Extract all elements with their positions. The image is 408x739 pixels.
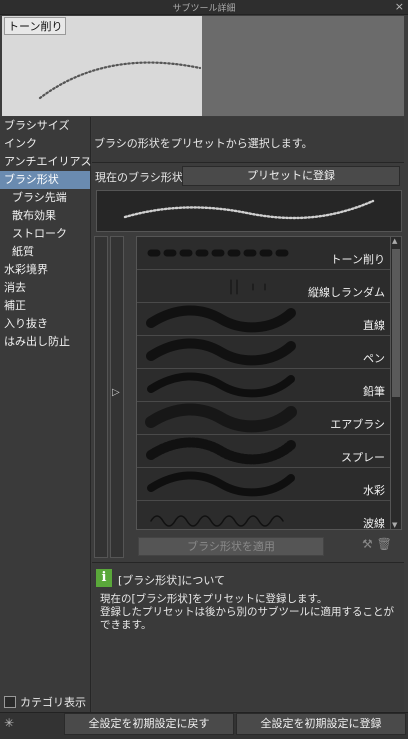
preset-group-rail[interactable] [94,236,108,558]
close-icon[interactable]: × [395,0,404,13]
preset-item[interactable]: 縦線しランダム [137,270,391,303]
preset-thumbnail [147,372,295,398]
preset-item[interactable]: 直線 [137,303,391,336]
preset-thumbnail [146,305,296,333]
preset-stroke [230,279,266,295]
preset-thumbnail [146,338,296,366]
info-title: [ブラシ形状]について [118,574,226,587]
nav-item[interactable]: 散布効果 [0,207,90,225]
loading-icon: ✳ [4,716,15,730]
category-display-label: カテゴリ表示 [20,696,86,709]
stroke-preview: トーン削り [2,16,202,116]
info-line: 現在の[ブラシ形状]をプリセットに登録します。 [100,593,328,605]
preset-area: ▷ トーン削り縦線しランダム直線ペン鉛筆エアブラシスプレー水彩波線 ▲ ▼ ブラ… [94,236,404,558]
preset-subgroup-rail[interactable]: ▷ [110,236,124,558]
preset-name: 縦線しランダム [308,286,385,299]
nav-item[interactable]: ブラシサイズ [0,117,90,135]
info-line: 登録したプリセットは後から別のサブツールに適用することができます。 [100,606,394,631]
preset-name: トーン削り [330,253,385,266]
preset-stroke [146,338,296,366]
nav-item[interactable]: 入り抜き [0,315,90,333]
preset-item[interactable]: スプレー [137,435,391,468]
scroll-down-icon[interactable]: ▼ [392,521,397,529]
reset-all-button[interactable]: 全設定を初期設定に戻す [64,713,234,735]
wrench-icon[interactable]: ⚒ [362,537,373,551]
nav-item[interactable]: 補正 [0,297,90,315]
preview-stroke [38,61,202,100]
current-shape-stroke [123,199,375,220]
preset-list: トーン削り縦線しランダム直線ペン鉛筆エアブラシスプレー水彩波線 [136,236,392,530]
category-display-toggle[interactable]: カテゴリ表示 [4,694,86,710]
preset-name: スプレー [341,451,385,464]
preset-item[interactable]: ペン [137,336,391,369]
preset-name: ペン [363,352,385,365]
nav-item[interactable]: ブラシ形状 [0,171,90,189]
nav-item[interactable]: 紙質 [0,243,90,261]
preset-name: 直線 [363,319,385,332]
preset-stroke [146,305,296,333]
nav-item[interactable]: アンチエイリアス [0,153,92,171]
preset-name: 水彩 [363,484,385,497]
preset-stroke [145,403,297,433]
preset-stroke [146,437,296,465]
preset-thumbnail [147,249,295,257]
preset-thumbnail [145,403,297,433]
preset-thumbnail [230,279,266,295]
info-panel: i [ブラシ形状]について 現在の[ブラシ形状]をプリセットに登録します。 登録… [92,562,404,711]
preset-item[interactable]: 鉛筆 [137,369,391,402]
current-shape-label: 現在のブラシ形状 [95,171,183,184]
preset-stroke [147,471,295,497]
apply-shape-button[interactable]: ブラシ形状を適用 [138,537,324,556]
preset-stroke [150,515,284,527]
preset-thumbnail [146,437,296,465]
preset-tools: ⚒ 🗑 [362,537,392,551]
scrollbar-thumb[interactable] [392,249,400,397]
preset-stroke [147,372,295,398]
preview-background [202,16,404,116]
panel-description: ブラシの形状をプリセットから選択します。 [94,137,313,150]
info-text: 現在の[ブラシ形状]をプリセットに登録します。 登録したプリセットは後から別のサ… [100,593,400,632]
info-icon: i [96,569,112,587]
nav-item[interactable]: ブラシ先端 [0,189,90,207]
preset-name: 波線 [363,517,385,530]
trash-icon[interactable]: 🗑 [377,537,392,551]
preset-name: 鉛筆 [363,385,385,398]
nav-item[interactable]: 消去 [0,279,90,297]
footer: ✳ 全設定を初期設定に戻す 全設定を初期設定に登録 [0,712,408,739]
category-nav: ブラシサイズ インク アンチエイリアス ブラシ形状 ブラシ先端 散布効果 ストローク 紙質 水彩… [0,117,92,712]
current-shape-preview [96,190,402,232]
window-title: サブツール詳細 [172,4,236,14]
expand-arrow-icon[interactable]: ▷ [112,387,120,398]
register-all-button[interactable]: 全設定を初期設定に登録 [236,713,406,735]
current-shape-row: 現在のブラシ形状 プリセットに登録 [92,166,404,186]
scroll-up-icon[interactable]: ▲ [392,237,397,245]
title-bar: サブツール詳細 × [0,0,408,15]
nav-item[interactable]: 水彩境界 [0,261,90,279]
nav-item[interactable]: インク [0,135,90,153]
preset-item[interactable]: トーン削り [137,237,391,270]
preset-name: エアブラシ [330,418,385,431]
preset-scrollbar[interactable]: ▲ ▼ [390,236,402,530]
nav-item[interactable]: ストローク [0,225,90,243]
register-preset-button[interactable]: プリセットに登録 [182,166,400,186]
panel-header: ブラシの形状をプリセットから選択します。 [92,117,404,163]
nav-item[interactable]: はみ出し防止 [0,333,90,351]
preset-item[interactable]: 水彩 [137,468,391,501]
preset-item[interactable]: 波線 [137,501,391,530]
preset-item[interactable]: エアブラシ [137,402,391,435]
preset-thumbnail [150,515,284,527]
preset-thumbnail [147,471,295,497]
category-display-checkbox[interactable] [4,696,16,708]
